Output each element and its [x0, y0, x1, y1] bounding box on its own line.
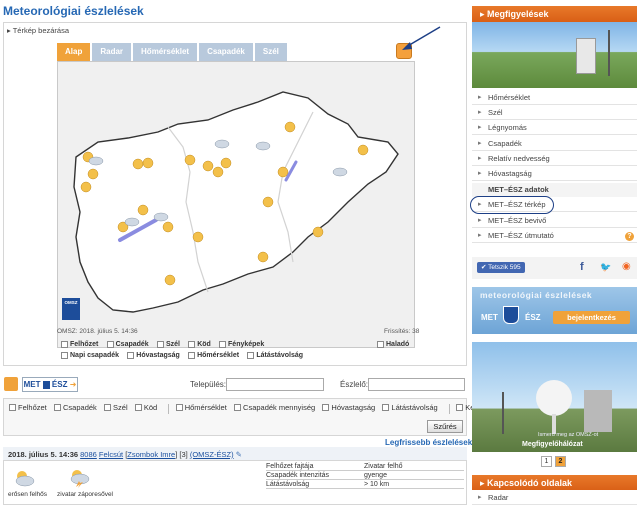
sidebar-item-csapadek[interactable]: Csapadék — [472, 136, 637, 151]
related-pages-heading: ▸ Kapcsolódó oldalak — [472, 475, 637, 491]
weather-station-photo — [472, 22, 637, 88]
tab-szel[interactable]: Szél — [254, 43, 287, 61]
tab-csapadek[interactable]: Csapadék — [199, 43, 253, 61]
sidebar-heading: ▸ Megfigyelések — [472, 6, 637, 22]
layer-csapadek[interactable]: Csapadék — [106, 341, 149, 348]
tab-homerseklet[interactable]: Hőmérséklet — [133, 43, 198, 61]
banner-esz-text: ÉSZ — [525, 313, 541, 322]
tab-alap[interactable]: Alap — [57, 43, 91, 61]
sidebar-item-homerseklet[interactable]: Hőmérséklet — [472, 90, 637, 105]
table-row: Felhőzet fajtája Zivatar felhő — [266, 462, 464, 471]
map-layer-row-2: Napi csapadék Hóvastagság Hőmérséklet Lá… — [61, 352, 309, 361]
metesz-shield-icon — [42, 380, 50, 389]
layer-napi-csapadek[interactable]: Napi csapadék — [61, 352, 119, 359]
sidebar-item-szel[interactable]: Szél — [472, 105, 637, 120]
omsz-logo: OMSZ — [62, 298, 80, 320]
observation-source-link[interactable]: (OMSZ-ÉSZ) — [190, 450, 234, 459]
layer-hovastagsag[interactable]: Hóvastagság — [127, 352, 180, 359]
omsz-shield-icon — [503, 306, 519, 324]
observation-icon-label-1: erősen felhős — [8, 491, 48, 498]
layer-kod[interactable]: Köd — [188, 341, 211, 348]
twitter-icon[interactable]: 🐦 — [600, 262, 611, 273]
filter-csapadek[interactable]: Csapadék — [54, 403, 97, 412]
map-refresh: Frissítés: 38 — [384, 328, 420, 335]
login-button[interactable]: bejelentkezés — [553, 311, 630, 324]
banner-title: meteorológiai észlelések — [480, 290, 593, 300]
map-close-label: Térkép bezárása — [12, 26, 69, 35]
banner-met-text: MET — [481, 313, 498, 322]
map-close-toggle[interactable]: ▸ Térkép bezárása — [7, 26, 69, 35]
observation-header-text: 2018. július 5. 14:36 8086 Felcsút [Zsom… — [8, 450, 242, 459]
layer-halado[interactable]: Haladó — [377, 341, 415, 350]
photo-caption: Megfigyelőhálózat — [522, 441, 583, 448]
observation-flag[interactable]: [3] — [179, 450, 187, 459]
cloudy-icon — [15, 471, 35, 487]
latest-observations-title: Legfrissebb észlelések — [385, 438, 473, 447]
settlement-input[interactable] — [226, 378, 324, 391]
divider — [168, 403, 170, 414]
filter-kod[interactable]: Köd — [134, 403, 157, 412]
sidebar-item-relativ-nedvesseg[interactable]: Relatív nedvesség — [472, 151, 637, 166]
layer-homerseklet[interactable]: Hőmérséklet — [188, 352, 239, 359]
country-outline — [73, 91, 399, 313]
tab-radar[interactable]: Radar — [92, 43, 132, 61]
settlement-label: Település: — [190, 380, 227, 389]
divider — [448, 403, 450, 414]
metesz-logo[interactable]: MET ÉSZ ➜ — [22, 377, 78, 392]
filter-row: Felhőzet Csapadék Szél Köd Hőmérséklet C… — [9, 403, 484, 414]
sidebar-item-radar[interactable]: Radar — [472, 490, 637, 505]
filter-button[interactable]: Szűrés — [427, 420, 463, 433]
pager-page-1[interactable]: 1 — [541, 456, 552, 467]
map-svg — [73, 91, 399, 313]
layer-szel[interactable]: Szél — [156, 341, 180, 348]
facebook-like-button[interactable]: ✔ Tetszik 595 — [477, 262, 525, 273]
carousel-pager: 1 2 — [541, 456, 569, 467]
comment-icon[interactable]: ✎ — [236, 450, 242, 459]
observation-observer-link[interactable]: Zsombok Imre — [127, 450, 175, 459]
layer-latastavolsag[interactable]: Látástávolság — [247, 352, 303, 359]
filter-felhozet[interactable]: Felhőzet — [9, 403, 47, 412]
filter-csapadek-mennyiseg[interactable]: Csapadék mennyiség — [234, 403, 315, 412]
arrow-right-icon: ➜ — [69, 380, 77, 389]
annotation-arrow — [402, 26, 441, 50]
map-timestamp: OMSZ: 2018. július 5. 14:36 — [57, 328, 138, 335]
observation-icon-label-2: zivatar záporesővel — [57, 491, 113, 498]
filter-homerseklet[interactable]: Hőmérséklet — [175, 403, 227, 412]
layer-felhozet[interactable]: Felhőzet — [61, 341, 98, 348]
table-row: Csapadék intenzitás gyenge — [266, 471, 464, 480]
observation-table: Felhőzet fajtája Zivatar felhő Csapadék i… — [266, 462, 464, 489]
layer-fenykepek[interactable]: Fényképek — [219, 341, 264, 348]
sidebar-item-metesz-bevivo[interactable]: MET–ÉSZ bevivő — [472, 213, 637, 228]
filter-szel[interactable]: Szél — [104, 403, 128, 412]
photo-caption-small: Ismerd meg az OMSZ-ot — [538, 432, 599, 438]
thunderstorm-shower-icon — [70, 470, 90, 488]
sidebar-item-hovastagsag[interactable]: Hóvastagság — [472, 166, 637, 181]
observer-label: Észlelő: — [340, 380, 369, 389]
filter-hovastagsag[interactable]: Hóvastagság — [322, 403, 375, 412]
observation-place-link[interactable]: Felcsút — [99, 450, 123, 459]
filter-latastavolsag[interactable]: Látástávolság — [382, 403, 438, 412]
table-row: Látástávolság > 10 km — [266, 480, 464, 489]
sidebar-item-legnyomas[interactable]: Légnyomás — [472, 120, 637, 135]
map-layer-row-1: Felhőzet Csapadék Szél Köd Fényképek — [61, 341, 270, 350]
facebook-icon[interactable]: f — [580, 261, 584, 273]
pager-page-2[interactable]: 2 — [555, 456, 566, 467]
observation-zip-link[interactable]: 8086 — [80, 450, 97, 459]
hungary-map[interactable]: OMSZ — [57, 61, 415, 348]
page-title: Meteorológiai észlelések — [3, 4, 144, 18]
help-icon[interactable]: ? — [625, 232, 634, 241]
map-tabs: Alap Radar Hőmérséklet Csapadék Szél — [57, 43, 289, 61]
search-toggle-icon[interactable] — [4, 377, 18, 391]
highlight-ring — [470, 196, 554, 214]
sidebar-subheading: MET–ÉSZ adatok — [472, 183, 637, 197]
observation-date: 2018. július 5. 14:36 — [8, 450, 79, 459]
observer-input[interactable] — [368, 378, 465, 391]
sidebar-item-metesz-utmutato[interactable]: MET–ÉSZ útmutató — [472, 228, 637, 243]
rss-icon[interactable]: ◉ — [622, 261, 631, 272]
